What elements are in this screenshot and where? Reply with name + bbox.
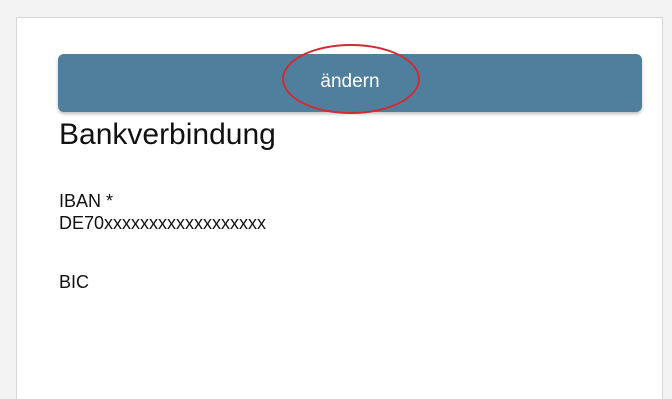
section-title: Bankverbindung: [59, 118, 276, 151]
iban-label: IBAN *: [59, 191, 114, 211]
bank-details-card: ändern Bankverbindung IBAN * DE70xxxxxxx…: [16, 17, 663, 399]
edit-button-label: ändern: [320, 71, 380, 92]
page-background: ändern Bankverbindung IBAN * DE70xxxxxxx…: [0, 0, 672, 399]
bic-label: BIC: [59, 272, 90, 292]
iban-value: DE70xxxxxxxxxxxxxxxxxx: [59, 213, 267, 233]
edit-bank-details-button[interactable]: ändern: [58, 54, 642, 112]
